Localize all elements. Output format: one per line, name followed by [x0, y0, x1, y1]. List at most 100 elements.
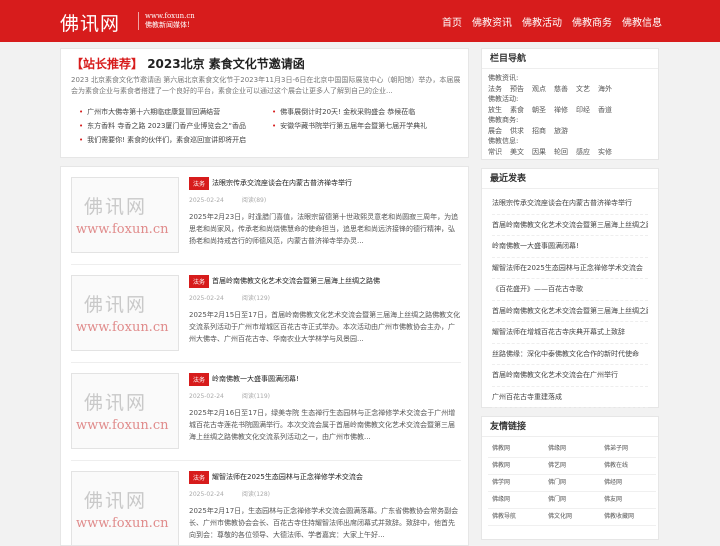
featured-link[interactable]: 我们需要你! 素食的伙伴们，素食巡回宣讲即将开启	[79, 135, 272, 145]
latest-post-link[interactable]: 广州百花古寺重建落成	[492, 387, 648, 408]
friend-link[interactable]: 佛门网	[544, 475, 600, 492]
nav-link[interactable]: 印经	[576, 106, 590, 114]
article-category-badge[interactable]: 法务	[189, 177, 210, 190]
featured-description: 2023 北京素食文化节邀请函 第六届北京素食文化节于2023年11月3日-6日…	[71, 76, 461, 95]
friend-link[interactable]: 佛经网	[600, 475, 656, 492]
latest-post-link[interactable]: 首届岭南佛教文化艺术交流会暨第三届海上丝绸之路佛	[492, 301, 648, 322]
friend-link[interactable]: 佛缘网	[488, 492, 544, 509]
nav-link[interactable]: 实修	[598, 148, 612, 156]
nav-link[interactable]: 供求	[510, 127, 524, 135]
nav-group-label: 佛教商务:	[488, 116, 519, 124]
article-thumbnail[interactable]: 佛讯网 www.foxun.cn	[71, 471, 179, 545]
latest-posts-list: 法眼宗传承交流座谈会在内蒙古普济禅寺举行 首届岭南佛教文化艺术交流会暨第三届海上…	[482, 189, 658, 412]
article-excerpt: 2025年2月23日，时逢腊门喜值，法眼宗留德第十世政熙灵意老和尚圆寂三周年，为…	[189, 213, 459, 245]
nav-link[interactable]: 展会	[488, 127, 502, 135]
thumbnail-watermark-logo: 佛讯网	[84, 490, 148, 512]
featured-tag: 【站长推荐】	[71, 57, 144, 71]
column-nav-title: 栏目导航	[482, 49, 658, 69]
featured-title[interactable]: 【站长推荐】 2023北京 素食文化节邀请函	[71, 55, 305, 72]
nav-link[interactable]: 招商	[532, 127, 546, 135]
article-thumbnail[interactable]: 佛讯网 www.foxun.cn	[71, 275, 179, 351]
nav-link[interactable]: 海外	[598, 85, 612, 93]
article-meta: 2025-02-24 阅读(129)	[189, 293, 270, 302]
nav-group-items: 放生 素食 朝圣 禅修 印经 香道	[488, 105, 652, 115]
friend-link[interactable]: 佛缘网	[544, 441, 600, 458]
article-thumbnail[interactable]: 佛讯网 www.foxun.cn	[71, 373, 179, 449]
nav-business[interactable]: 佛教商务	[572, 14, 612, 29]
friend-link[interactable]: 佛文化网	[544, 509, 600, 526]
featured-links: 广州市大佛寺第十六期临症康复冒回满结营 佛事展倒计时20天! 金秋采购盛会 恭候…	[79, 107, 469, 145]
friend-link[interactable]: 佛教收藏网	[600, 509, 656, 526]
friend-link[interactable]: 佛友网	[600, 492, 656, 509]
article-meta: 2025-02-24 阅读(128)	[189, 489, 270, 498]
article-title[interactable]: 法眼宗传承交流座谈会在内蒙古普济禅寺举行	[212, 178, 352, 188]
nav-home[interactable]: 首页	[442, 14, 462, 29]
nav-news[interactable]: 佛教资讯	[472, 14, 512, 29]
latest-post-link[interactable]: 法眼宗传承交流座谈会在内蒙古普济禅寺举行	[492, 193, 648, 215]
nav-link[interactable]: 感应	[576, 148, 590, 156]
article-title[interactable]: 首届岭南佛教文化艺术交流会暨第三届海上丝绸之路佛	[212, 276, 380, 286]
nav-link[interactable]: 禅修	[554, 106, 568, 114]
featured-link[interactable]: 东方香料 寺香之路 2023厦门香产业博览会之“香品	[79, 121, 272, 131]
latest-posts-title: 最近发表	[482, 169, 658, 189]
friend-link[interactable]: 佛教网	[488, 441, 544, 458]
nav-link[interactable]: 法务	[488, 85, 502, 93]
latest-post-link[interactable]: 耀智法师在2025生态园林与正念禅修学术交流会	[492, 258, 648, 279]
article-thumbnail[interactable]: 佛讯网 www.foxun.cn	[71, 177, 179, 253]
friend-links-title: 友情链接	[482, 417, 658, 437]
latest-post-link[interactable]: 丝路佛缘：深化中泰佛教文化合作的新时代使命	[492, 344, 648, 365]
friend-link[interactable]: 佛教导航	[488, 509, 544, 526]
latest-post-link[interactable]: 首届岭南佛教文化艺术交流会暨第三届海上丝绸之路佛	[492, 215, 648, 236]
nav-link[interactable]: 放生	[488, 106, 502, 114]
featured-link[interactable]: 佛事展倒计时20天! 金秋采购盛会 恭候莅临	[272, 107, 465, 117]
nav-link[interactable]: 因果	[532, 148, 546, 156]
nav-link[interactable]: 素食	[510, 106, 524, 114]
featured-headline[interactable]: 2023北京 素食文化节邀请函	[147, 57, 305, 71]
article-category-badge[interactable]: 法务	[189, 373, 210, 386]
latest-posts-box: 最近发表 法眼宗传承交流座谈会在内蒙古普济禅寺举行 首届岭南佛教文化艺术交流会暨…	[481, 168, 659, 408]
featured-card: 【站长推荐】 2023北京 素食文化节邀请函 2023 北京素食文化节邀请函 第…	[60, 48, 469, 158]
friend-links-box: 友情链接 佛教网 佛缘网 佛弟子网 佛教网 佛艺网 佛教在线 佛学网 佛门网 佛…	[481, 416, 659, 540]
friend-link[interactable]: 佛艺网	[544, 458, 600, 475]
thumbnail-watermark-url: www.foxun.cn	[76, 222, 169, 237]
nav-link[interactable]: 香道	[598, 106, 612, 114]
featured-link[interactable]: 安徽华藏书院举行第五届年会暨第七届开学典礼	[272, 121, 465, 131]
friend-link[interactable]: 佛教在线	[600, 458, 656, 475]
article-title[interactable]: 岭南佛教一大盛事圆满闭幕!	[212, 374, 299, 384]
nav-link[interactable]: 旅游	[554, 127, 568, 135]
article-views: 阅读(89)	[241, 197, 267, 204]
nav-link[interactable]: 慈善	[554, 85, 568, 93]
article-date: 2025-02-24	[189, 393, 224, 400]
nav-link[interactable]: 常识	[488, 148, 502, 156]
nav-activities[interactable]: 佛教活动	[522, 14, 562, 29]
nav-link[interactable]: 预告	[510, 85, 524, 93]
nav-info[interactable]: 佛教信息	[622, 14, 662, 29]
featured-link[interactable]: 广州市大佛寺第十六期临症康复冒回满结营	[79, 107, 272, 117]
thumbnail-watermark-url: www.foxun.cn	[76, 516, 169, 531]
article-date: 2025-02-24	[189, 197, 224, 204]
main-nav: 首页 佛教资讯 佛教活动 佛教商务 佛教信息	[442, 14, 662, 29]
article-category-badge[interactable]: 法务	[189, 275, 210, 288]
article-title[interactable]: 耀智法师在2025生态园林与正念禅修学术交流会	[212, 472, 363, 482]
friend-link[interactable]: 佛弟子网	[600, 441, 656, 458]
friend-link[interactable]: 佛教网	[488, 458, 544, 475]
article-date: 2025-02-24	[189, 491, 224, 498]
latest-post-link[interactable]: 耀智法师在增城百花古寺庆典开幕式上致辞	[492, 322, 648, 344]
nav-link[interactable]: 美文	[510, 148, 524, 156]
nav-link[interactable]: 观点	[532, 85, 546, 93]
article-meta: 2025-02-24 阅读(89)	[189, 195, 266, 204]
site-logo[interactable]: 佛讯网	[60, 9, 120, 36]
thumbnail-watermark-url: www.foxun.cn	[76, 418, 169, 433]
latest-post-link[interactable]: 岭南佛教一大盛事圆满闭幕!	[492, 236, 648, 258]
friend-link[interactable]: 佛门网	[544, 492, 600, 509]
article-date: 2025-02-24	[189, 295, 224, 302]
article-category-badge[interactable]: 法务	[189, 471, 210, 484]
nav-link[interactable]: 轮回	[554, 148, 568, 156]
nav-link[interactable]: 文艺	[576, 85, 590, 93]
column-nav-body: 佛教资讯: 法务 预告 观点 慈善 文艺 海外 佛教活动: 放生 素食 朝圣 禅修 印经 香道 佛教…	[482, 69, 658, 161]
nav-link[interactable]: 朝圣	[532, 106, 546, 114]
latest-post-link[interactable]: 首届岭南佛教文化艺术交流会在广州举行	[492, 365, 648, 387]
friend-link[interactable]: 佛学网	[488, 475, 544, 492]
latest-post-link[interactable]: 《百花盛开》——百花古寺歌	[492, 279, 648, 301]
logo-url: www.foxun.cn	[145, 12, 195, 20]
